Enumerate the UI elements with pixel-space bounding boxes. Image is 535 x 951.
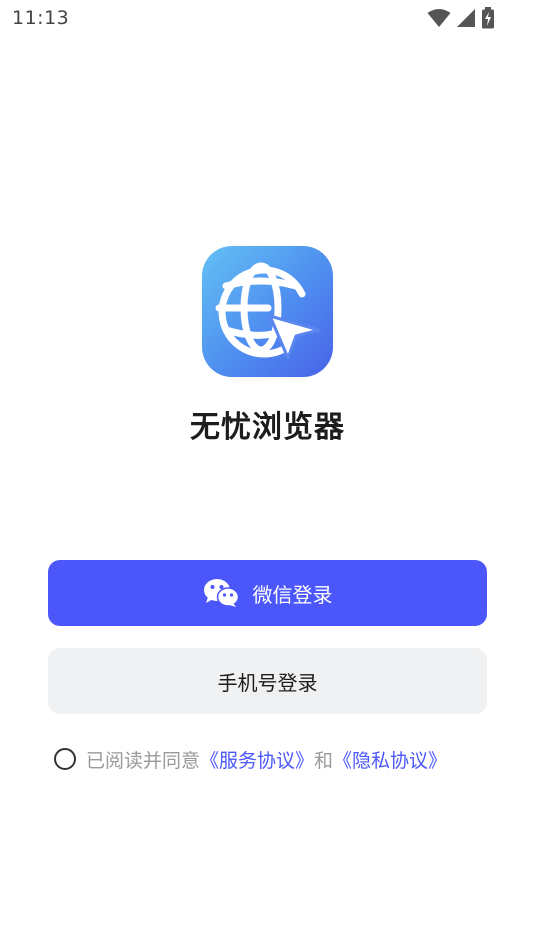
phone-login-button[interactable]: 手机号登录 (48, 648, 487, 714)
status-bar: 11:13 (0, 0, 535, 40)
phone-login-label: 手机号登录 (217, 670, 318, 695)
status-time: 11:13 (12, 7, 70, 29)
agreement-prefix: 已阅读并同意 (86, 749, 201, 772)
globe-cursor-icon (215, 262, 321, 360)
app-logo (202, 246, 333, 377)
agreement-checkbox[interactable] (54, 748, 76, 770)
service-agreement-link[interactable]: 《服务协议》 (200, 746, 314, 773)
cellular-signal-icon (456, 8, 476, 32)
app-name: 无忧浏览器 (190, 410, 345, 445)
wechat-login-button[interactable]: 微信登录 (48, 560, 487, 626)
agreement-conjunction: 和 (314, 749, 334, 772)
wechat-login-label: 微信登录 (252, 582, 333, 607)
wechat-icon (203, 578, 239, 608)
wifi-icon (427, 8, 451, 32)
agreement-row: 已阅读并同意 《服务协议》 和 《隐私协议》 (54, 745, 494, 773)
status-icons (427, 7, 495, 33)
battery-charging-icon (481, 7, 495, 33)
privacy-agreement-link[interactable]: 《隐私协议》 (333, 746, 447, 773)
